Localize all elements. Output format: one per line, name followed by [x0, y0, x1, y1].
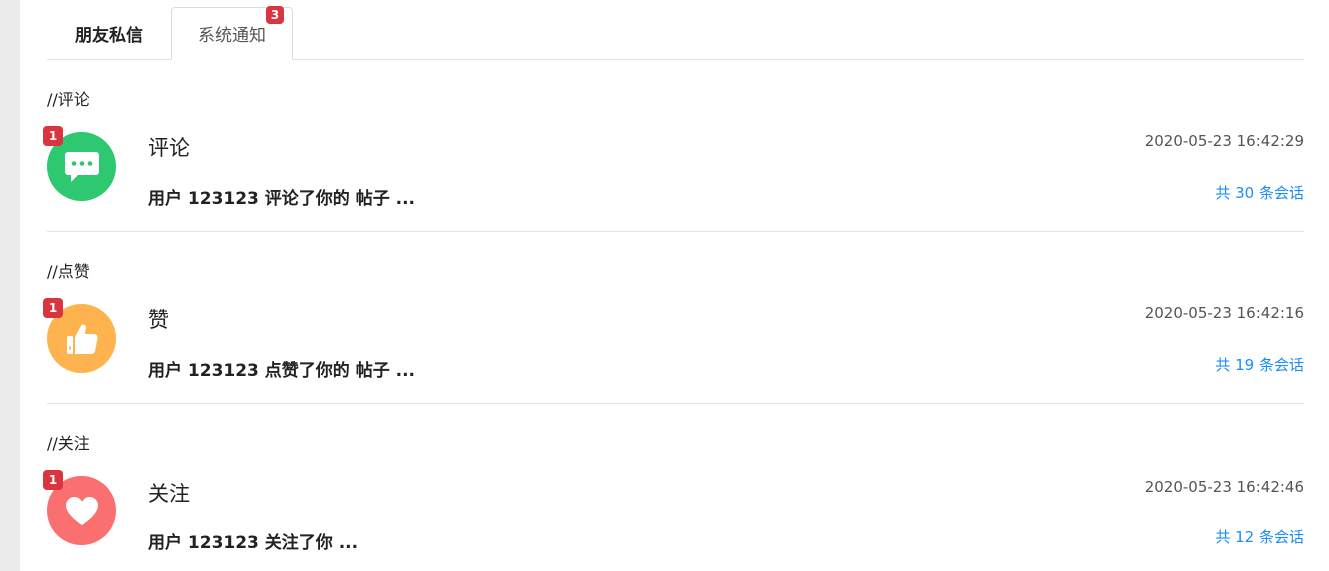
section-title: //评论	[47, 90, 90, 109]
like-icon-wrap[interactable]: 1	[43, 298, 116, 373]
conversation-count-link[interactable]: 共 12 条会话	[1215, 526, 1304, 547]
like-section: //点赞 1 赞 用户 123123 点赞了你的 帖子 ... 2020-05-…	[43, 258, 1304, 404]
item-title[interactable]: 赞	[148, 304, 169, 334]
follow-section: //关注 1 关注 用户 123123 关注了你 ... 2020-05-23 …	[43, 430, 1304, 571]
item-summary[interactable]: 用户 123123 关注了你 ...	[148, 528, 358, 553]
left-rail	[0, 0, 20, 571]
section-title: //点赞	[47, 262, 90, 281]
item-summary[interactable]: 用户 123123 点赞了你的 帖子 ...	[148, 356, 415, 381]
tab-bar: 朋友私信 系统通知 3	[47, 0, 1304, 60]
conversation-count-link[interactable]: 共 30 条会话	[1215, 182, 1304, 203]
tab-system-notifications[interactable]: 系统通知 3	[171, 6, 293, 60]
unread-badge: 1	[43, 470, 63, 490]
unread-badge: 1	[43, 298, 63, 318]
comment-section: //评论 1 评论 用户 123123 评论了你的 帖子 ... 2020-05…	[43, 86, 1304, 232]
item-title[interactable]: 关注	[148, 478, 190, 508]
unread-count-badge: 3	[266, 6, 284, 24]
section-title: //关注	[47, 434, 90, 453]
item-timestamp: 2020-05-23 16:42:16	[1144, 304, 1304, 322]
tab-system-notifications-label: 系统通知	[198, 26, 266, 46]
notification-panel: 朋友私信 系统通知 3 //评论 1 评论 用户 123123 评论了你的 帖子…	[20, 0, 1329, 571]
tab-friend-messages[interactable]: 朋友私信	[47, 7, 171, 59]
comment-icon-wrap[interactable]: 1	[43, 126, 116, 201]
follow-icon-wrap[interactable]: 1	[43, 470, 116, 545]
unread-badge: 1	[43, 126, 63, 146]
item-timestamp: 2020-05-23 16:42:29	[1144, 132, 1304, 150]
item-timestamp: 2020-05-23 16:42:46	[1144, 478, 1304, 496]
item-title[interactable]: 评论	[148, 132, 190, 162]
tab-friend-messages-label: 朋友私信	[75, 25, 143, 46]
item-summary[interactable]: 用户 123123 评论了你的 帖子 ...	[148, 184, 415, 209]
conversation-count-link[interactable]: 共 19 条会话	[1215, 354, 1304, 375]
